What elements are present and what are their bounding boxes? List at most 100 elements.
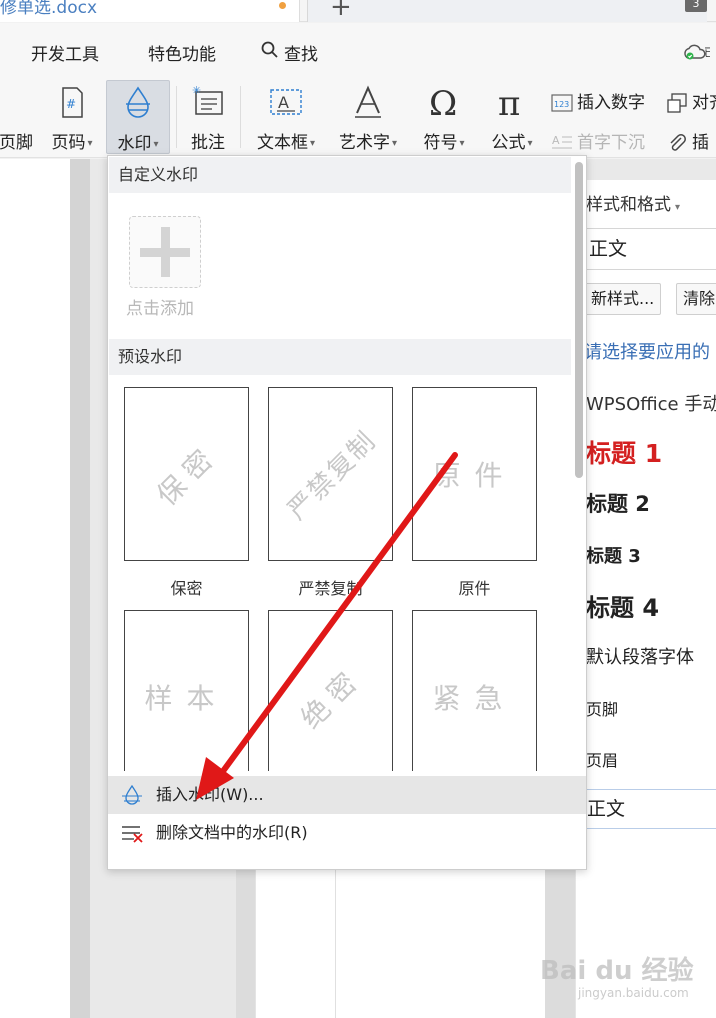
chevron-down-icon: ▾ xyxy=(391,137,398,149)
comment-label: 批注 xyxy=(191,133,225,153)
cloud-sync-icon[interactable]: 已 xyxy=(682,43,710,61)
insert-number-button[interactable]: 123 插入数字 xyxy=(551,88,645,114)
insert-watermark-label: 插入水印(W)... xyxy=(156,785,264,804)
search-icon[interactable] xyxy=(261,41,278,58)
menu-developer-tools[interactable]: 开发工具 xyxy=(31,40,99,65)
chevron-down-icon: ▾ xyxy=(459,137,465,149)
add-custom-watermark-button[interactable] xyxy=(129,216,201,288)
watermark-label: 水印 xyxy=(117,134,152,154)
comment-button[interactable]: ✳ 批注 xyxy=(184,80,232,154)
insert-watermark-menu-item[interactable]: 插入水印(W)... xyxy=(108,776,586,814)
preset-watermark-card[interactable]: 紧急 xyxy=(412,610,537,784)
site-watermark-logo: Bai du 经验 xyxy=(540,956,694,986)
wordart-button[interactable]: 艺术字 ▾ xyxy=(332,80,404,154)
chevron-down-icon: ▾ xyxy=(527,137,533,149)
add-custom-watermark-label: 点击添加 xyxy=(126,299,194,319)
drop-cap-icon: A xyxy=(552,134,572,149)
omega-symbol-icon: Ω xyxy=(429,84,457,120)
ribbon-divider xyxy=(176,86,177,148)
watermark-button[interactable]: 水印 ▾ xyxy=(106,80,170,154)
document-page[interactable] xyxy=(0,159,70,1018)
scrollbar-thumb[interactable] xyxy=(575,162,583,478)
page-gutter xyxy=(70,159,90,1018)
new-style-button[interactable]: 新样式... xyxy=(584,283,662,315)
document-tab[interactable]: 修单选.docx xyxy=(0,0,300,22)
insert-number-icon: 123 xyxy=(551,94,573,112)
delete-watermark-icon xyxy=(122,826,143,843)
footer-icon xyxy=(0,84,8,120)
footer-button[interactable]: 页脚 xyxy=(0,80,38,154)
attachment-button[interactable]: 插 xyxy=(666,128,709,154)
chevron-down-icon: ▾ xyxy=(87,137,93,149)
unsaved-dot-icon xyxy=(279,2,286,9)
chevron-down-icon: ▾ xyxy=(309,137,316,149)
textbox-button[interactable]: A 文本框 ▾ xyxy=(250,80,322,154)
style-apply-hint: 请选择要应用的 xyxy=(584,342,710,363)
dropdown-actions: 插入水印(W)... 删除文档中的水印(R) xyxy=(108,771,586,869)
preset-watermark-card[interactable]: 绝密 xyxy=(268,610,393,784)
style-entry[interactable]: WPSOffice 手动 xyxy=(586,390,716,416)
wordart-icon xyxy=(355,85,381,118)
preset-watermark-caption: 保密 xyxy=(170,579,203,598)
formula-button[interactable]: π 公式 ▾ xyxy=(484,80,540,154)
paperclip-icon xyxy=(670,134,686,151)
styles-pane-title[interactable]: 样式和格式 ▾ xyxy=(586,190,680,215)
style-entry[interactable]: 页脚 xyxy=(586,696,618,720)
symbol-button[interactable]: Ω 符号 ▾ xyxy=(416,80,472,154)
pi-formula-icon: π xyxy=(498,84,520,120)
tab-bar: 修单选.docx + 3 xyxy=(0,0,716,22)
custom-watermark-header: 自定义水印 xyxy=(109,157,571,193)
svg-text:π: π xyxy=(498,84,520,120)
formula-label: 公式 xyxy=(491,133,526,153)
watermark-preview-text: 严禁复制 xyxy=(282,425,383,526)
comment-icon: ✳ xyxy=(192,84,223,115)
style-entry[interactable]: 标题 3 xyxy=(586,542,641,568)
page-number-button[interactable]: # 页码 ▾ xyxy=(44,80,100,154)
align-button[interactable]: 对齐 xyxy=(666,88,716,114)
menu-special-features[interactable]: 特色功能 xyxy=(148,40,216,65)
watermark-icon xyxy=(126,86,150,118)
svg-text:Ω: Ω xyxy=(429,84,457,120)
footer-label: 页脚 xyxy=(0,133,33,153)
page-number-icon: # xyxy=(62,87,83,118)
watermark-icon xyxy=(122,785,142,805)
dropdown-scrollbar[interactable] xyxy=(572,156,586,776)
watermark-preview-text: 绝密 xyxy=(294,660,369,736)
styles-pane: 样式和格式 ▾ 正文 新样式... 清除 请选择要应用的 WPSOffice 手动… xyxy=(575,180,716,1018)
menu-bar: 开发工具 特色功能 查找 已 xyxy=(0,23,716,78)
ribbon-toolbar: 页脚 # 页码 ▾ 水印 ▾ ✳ 批注 A 文本框 ▾ 艺术字 ▾ Ω 符号 ▾… xyxy=(0,78,716,158)
page-number-label: 页码 xyxy=(51,133,86,153)
attachment-label: 插 xyxy=(692,133,709,153)
svg-text:A: A xyxy=(552,134,560,147)
new-tab-button[interactable]: + xyxy=(330,0,352,22)
style-entry[interactable]: 默认段落字体 xyxy=(586,643,694,669)
style-entry[interactable]: 标题 1 xyxy=(586,434,662,470)
watermark-preview-text: 紧急 xyxy=(432,682,517,715)
align-label: 对齐 xyxy=(692,93,716,113)
drop-cap-button[interactable]: A 首字下沉 xyxy=(551,128,645,154)
style-entry-selected[interactable]: 正文 xyxy=(584,789,716,829)
tab-count-badge[interactable]: 3 xyxy=(685,0,707,12)
preset-watermark-card[interactable]: 样本 xyxy=(124,610,249,784)
delete-watermark-menu-item[interactable]: 删除文档中的水印(R) xyxy=(108,814,586,852)
clear-style-button[interactable]: 清除 xyxy=(676,283,716,315)
insert-number-label: 插入数字 xyxy=(577,93,645,113)
svg-text:123: 123 xyxy=(554,100,569,109)
preset-watermark-card[interactable]: 保密 xyxy=(124,387,249,561)
textbox-icon: A xyxy=(270,89,302,115)
menu-search[interactable]: 查找 xyxy=(284,40,318,65)
preset-watermark-caption: 原件 xyxy=(458,579,491,598)
page-margin-line xyxy=(335,849,336,1018)
preset-watermark-card[interactable]: 原件 xyxy=(412,387,537,561)
style-entry[interactable]: 标题 2 xyxy=(586,488,650,518)
style-entry[interactable]: 标题 4 xyxy=(586,588,659,623)
align-icon xyxy=(667,93,687,113)
current-style-field[interactable]: 正文 xyxy=(584,228,716,270)
new-tab-area xyxy=(307,0,707,22)
svg-text:已: 已 xyxy=(704,46,710,59)
style-entry[interactable]: 页眉 xyxy=(586,747,618,771)
textbox-label: 文本框 xyxy=(256,133,308,153)
preset-watermark-card[interactable]: 严禁复制 xyxy=(268,387,393,561)
watermark-dropdown: 自定义水印 点击添加 预设水印 保密 保密 严禁复制 严禁复制 原件 原件 样本… xyxy=(107,155,587,870)
drop-cap-label: 首字下沉 xyxy=(577,133,645,153)
